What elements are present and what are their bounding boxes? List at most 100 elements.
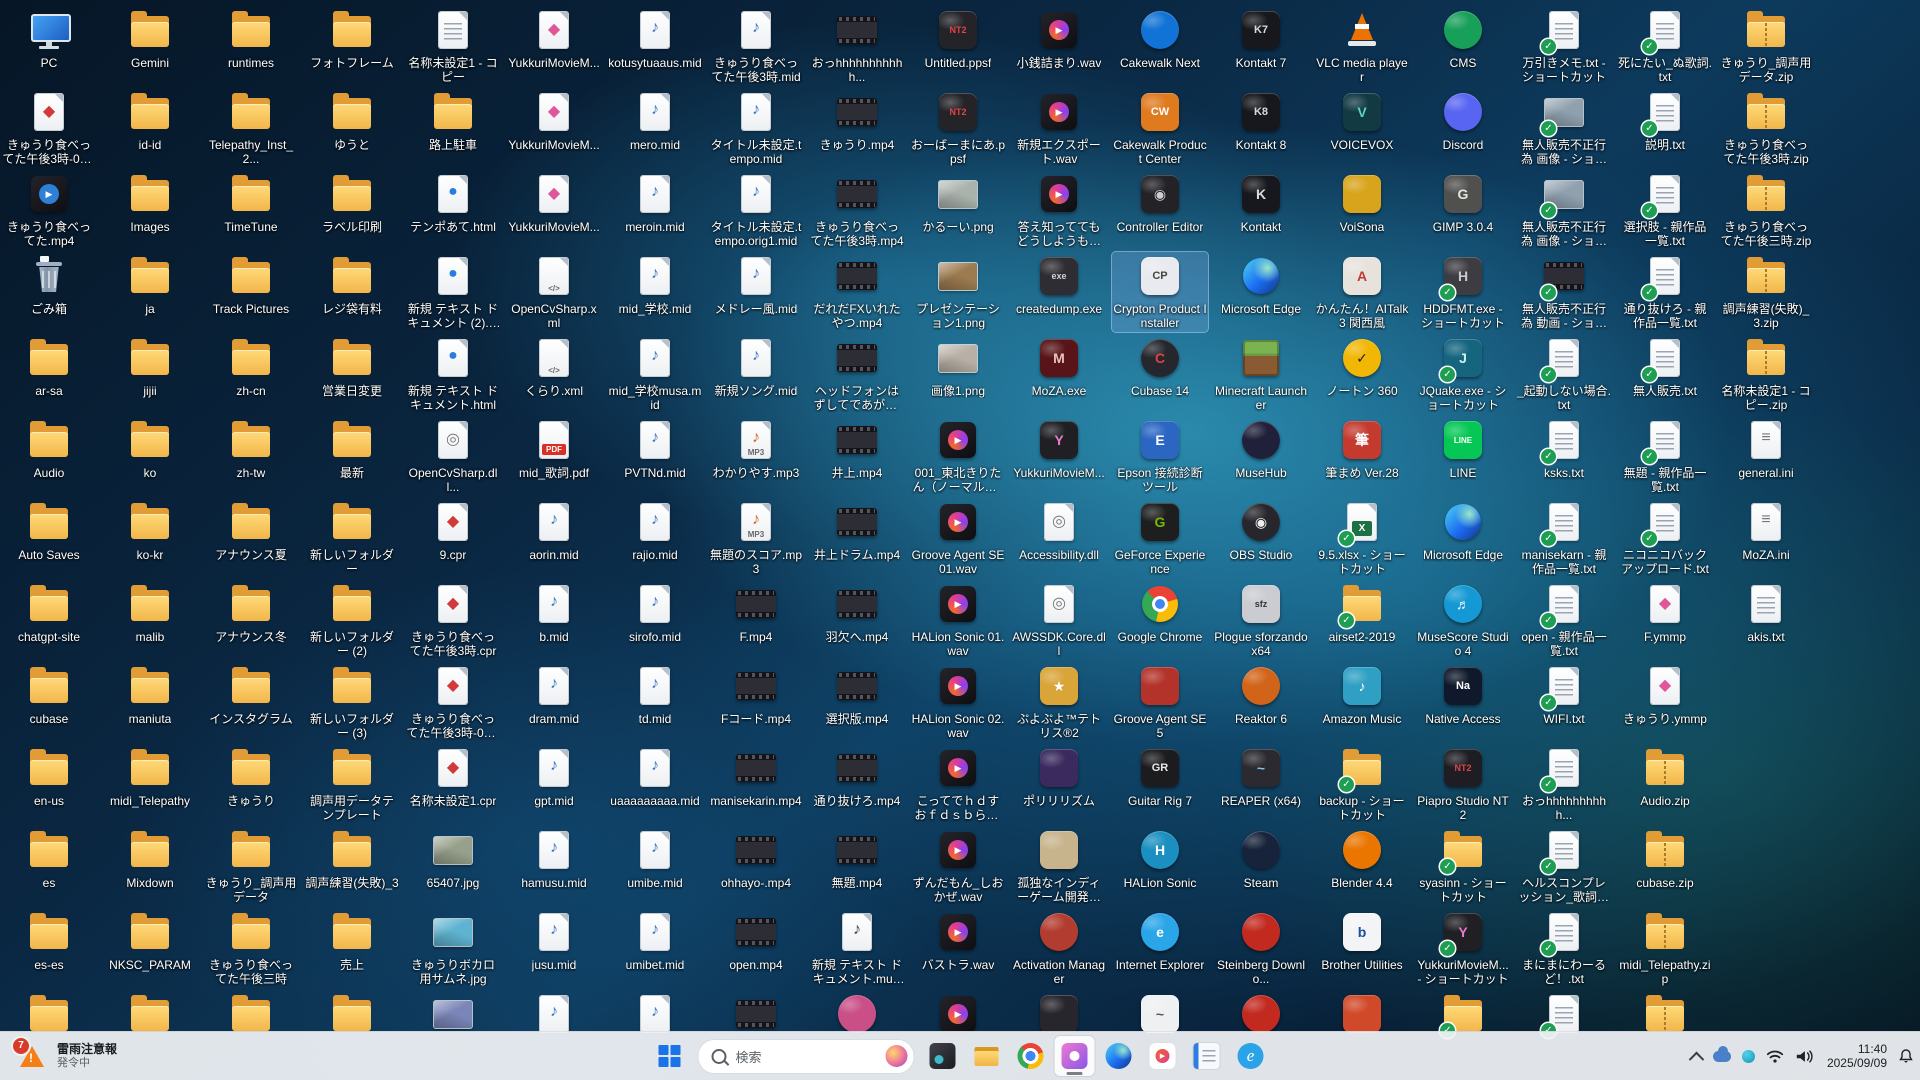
clock[interactable]: 11:40 2025/09/09 bbox=[1824, 1042, 1887, 1070]
desktop-icon[interactable]: NT2Piapro Studio NT2 bbox=[1415, 744, 1511, 824]
desktop-icon[interactable]: ▶Groove Agent SE 01.wav bbox=[910, 498, 1006, 578]
desktop-icon[interactable]: ▶バストラ.wav bbox=[910, 908, 1006, 988]
desktop-icon[interactable]: アナウンス夏 bbox=[203, 498, 299, 578]
desktop-icon[interactable]: X✓9.5.xlsx - ショートカット bbox=[1314, 498, 1410, 578]
desktop-icon[interactable]: きゅうり食べってた午後3時.mp4 bbox=[809, 170, 905, 250]
desktop-icon[interactable]: zh-tw bbox=[203, 416, 299, 496]
desktop-icon[interactable]: ◆9.cpr bbox=[405, 498, 501, 578]
desktop-icon[interactable]: ♪dram.mid bbox=[506, 662, 602, 742]
desktop-icon[interactable]: chatgpt-site bbox=[1, 580, 97, 660]
desktop-icon[interactable]: eInternet Explorer bbox=[1112, 908, 1208, 988]
desktop-icon[interactable]: ◆きゅうり食べってた午後3時-01.cpr bbox=[1, 88, 97, 168]
desktop-icon[interactable]: Steam bbox=[1213, 826, 1309, 906]
desktop-icon[interactable]: ♪gpt.mid bbox=[506, 744, 602, 824]
desktop-icon[interactable]: ゆうと bbox=[304, 88, 400, 168]
desktop-icon[interactable]: ✓manisekarn - 親作品一覧.txt bbox=[1516, 498, 1612, 578]
desktop-icon[interactable]: LINELINE bbox=[1415, 416, 1511, 496]
desktop-icon[interactable]: ▶きゅうり食べってた.mp4 bbox=[1, 170, 97, 250]
desktop-icon[interactable]: HHALion Sonic bbox=[1112, 826, 1208, 906]
desktop-icon[interactable]: ◉OBS Studio bbox=[1213, 498, 1309, 578]
desktop-icon[interactable]: CWCakewalk Product Center bbox=[1112, 88, 1208, 168]
desktop-icon[interactable]: ♪MP3無題のスコア.mp3 bbox=[708, 498, 804, 578]
desktop-icon[interactable]: ♪meroin.mid bbox=[607, 170, 703, 250]
desktop-icon[interactable]: execreatedump.exe bbox=[1011, 252, 1107, 332]
desktop-icon[interactable]: KKontakt bbox=[1213, 170, 1309, 250]
start-button[interactable] bbox=[650, 1036, 690, 1076]
desktop-icon[interactable]: ラベル印刷 bbox=[304, 170, 400, 250]
wifi-icon[interactable] bbox=[1766, 1049, 1784, 1064]
volume-icon[interactable] bbox=[1795, 1049, 1813, 1064]
desktop-icon[interactable]: malib bbox=[102, 580, 198, 660]
desktop-icon[interactable]: ◉Controller Editor bbox=[1112, 170, 1208, 250]
desktop-icon[interactable]: ●新規 テキスト ドキュメント (2).html bbox=[405, 252, 501, 332]
desktop-icon[interactable]: ◆きゅうり食べってた午後3時-02.cpr bbox=[405, 662, 501, 742]
desktop-icon[interactable]: en-us bbox=[1, 744, 97, 824]
desktop-icon[interactable]: ♪mid_学校.mid bbox=[607, 252, 703, 332]
desktop-icon[interactable]: インスタグラム bbox=[203, 662, 299, 742]
weather-widget[interactable]: 7 雷雨注意報 発令中 bbox=[6, 1036, 129, 1076]
desktop-icon[interactable]: ポリリリズム bbox=[1011, 744, 1107, 824]
desktop-icon[interactable]: ✓syasinn - ショートカット bbox=[1415, 826, 1511, 906]
desktop-icon[interactable]: アナウンス冬 bbox=[203, 580, 299, 660]
desktop-icon[interactable]: ♪kotusytuaaus.mid bbox=[607, 6, 703, 86]
desktop-icon[interactable]: きゅうりボカロ用サムネ.jpg bbox=[405, 908, 501, 988]
desktop-icon[interactable]: きゅうり食べってた午後三時 bbox=[203, 908, 299, 988]
desktop-icon[interactable]: Images bbox=[102, 170, 198, 250]
desktop-icon[interactable]: 路上駐車 bbox=[405, 88, 501, 168]
desktop-icon[interactable]: 調声用データテンプレート bbox=[304, 744, 400, 824]
desktop-icon[interactable]: ~REAPER (x64) bbox=[1213, 744, 1309, 824]
desktop-icon[interactable]: 新しいフォルダー (2) bbox=[304, 580, 400, 660]
desktop-icon[interactable]: TimeTune bbox=[203, 170, 299, 250]
desktop-icon[interactable]: sfzPlogue sforzando x64 bbox=[1213, 580, 1309, 660]
desktop-icon[interactable]: midi_Telepathy bbox=[102, 744, 198, 824]
desktop-icon[interactable]: きゅうり.mp4 bbox=[809, 88, 905, 168]
chevron-up-icon[interactable] bbox=[1689, 1051, 1705, 1067]
desktop-icon[interactable]: ✓無人販売.txt bbox=[1617, 334, 1713, 414]
desktop-icon[interactable]: 筆筆まめ Ver.28 bbox=[1314, 416, 1410, 496]
desktop-icon[interactable]: ✓選択肢 - 親作品一覧.txt bbox=[1617, 170, 1713, 250]
desktop-icon[interactable]: NKSC_PARAM bbox=[102, 908, 198, 988]
desktop-icon[interactable]: VoiSona bbox=[1314, 170, 1410, 250]
desktop-icon[interactable]: 井上.mp4 bbox=[809, 416, 905, 496]
desktop-icon[interactable]: ▶ずんだもん_しおかぜ.wav bbox=[910, 826, 1006, 906]
desktop-icon[interactable]: ◆きゅうり食べってた午後3時.cpr bbox=[405, 580, 501, 660]
desktop-icon[interactable]: 井上ドラム.mp4 bbox=[809, 498, 905, 578]
desktop-icon[interactable]: ✓ksks.txt bbox=[1516, 416, 1612, 496]
desktop-icon[interactable]: </>OpenCvSharp.xml bbox=[506, 252, 602, 332]
desktop-icon[interactable]: ≡MoZA.ini bbox=[1718, 498, 1814, 578]
pinned-app-notepad[interactable] bbox=[1187, 1036, 1227, 1076]
desktop-icon[interactable]: ✓WIFI.txt bbox=[1516, 662, 1612, 742]
desktop-icon[interactable]: 名称未設定1 - コピー.zip bbox=[1718, 334, 1814, 414]
desktop-icon[interactable]: ko bbox=[102, 416, 198, 496]
desktop-icon[interactable]: GGIMP 3.0.4 bbox=[1415, 170, 1511, 250]
desktop-icon[interactable]: NaNative Access bbox=[1415, 662, 1511, 742]
pinned-app-chrome[interactable] bbox=[1011, 1036, 1051, 1076]
desktop-icon[interactable]: runtimes bbox=[203, 6, 299, 86]
desktop-icon[interactable]: ✓無題 - 親作品一覧.txt bbox=[1617, 416, 1713, 496]
desktop-icon[interactable]: 羽欠へ.mp4 bbox=[809, 580, 905, 660]
desktop-icon[interactable]: Aかんたん！AITalk 3 関西風 bbox=[1314, 252, 1410, 332]
desktop-icon[interactable]: Reaktor 6 bbox=[1213, 662, 1309, 742]
pinned-app-media-player[interactable] bbox=[1143, 1036, 1183, 1076]
desktop-icon[interactable]: es bbox=[1, 826, 97, 906]
desktop-icon[interactable]: ♪hamusu.mid bbox=[506, 826, 602, 906]
desktop-icon[interactable]: GGeForce Experience bbox=[1112, 498, 1208, 578]
desktop-icon[interactable]: NT2おーばーまにあ.ppsf bbox=[910, 88, 1006, 168]
desktop-icon[interactable]: ●テンポあて.html bbox=[405, 170, 501, 250]
pinned-app-movie-maker[interactable] bbox=[1055, 1036, 1095, 1076]
desktop-icon[interactable]: ◆名称未設定1.cpr bbox=[405, 744, 501, 824]
desktop-icon[interactable]: ♪umibe.mid bbox=[607, 826, 703, 906]
desktop-icon[interactable]: NT2Untitled.ppsf bbox=[910, 6, 1006, 86]
desktop-icon[interactable]: ≡general.ini bbox=[1718, 416, 1814, 496]
desktop-icon[interactable]: MMoZA.exe bbox=[1011, 334, 1107, 414]
desktop-icon[interactable]: Gemini bbox=[102, 6, 198, 86]
desktop-icon[interactable]: ♪きゅうり食べってた午後3時.mid bbox=[708, 6, 804, 86]
desktop-icon[interactable]: ko-kr bbox=[102, 498, 198, 578]
desktop-icon[interactable]: MuseHub bbox=[1213, 416, 1309, 496]
desktop-icon[interactable]: PC bbox=[1, 6, 97, 86]
desktop-icon[interactable]: 名称未設定1 - コピー bbox=[405, 6, 501, 86]
status-dot-icon[interactable] bbox=[1742, 1050, 1755, 1063]
desktop-icon[interactable]: Microsoft Edge bbox=[1415, 498, 1511, 578]
desktop-icon[interactable]: ▶新規エクスポート.wav bbox=[1011, 88, 1107, 168]
desktop-icon[interactable]: ヘッドフォンはずしてであがう.mp4 bbox=[809, 334, 905, 414]
